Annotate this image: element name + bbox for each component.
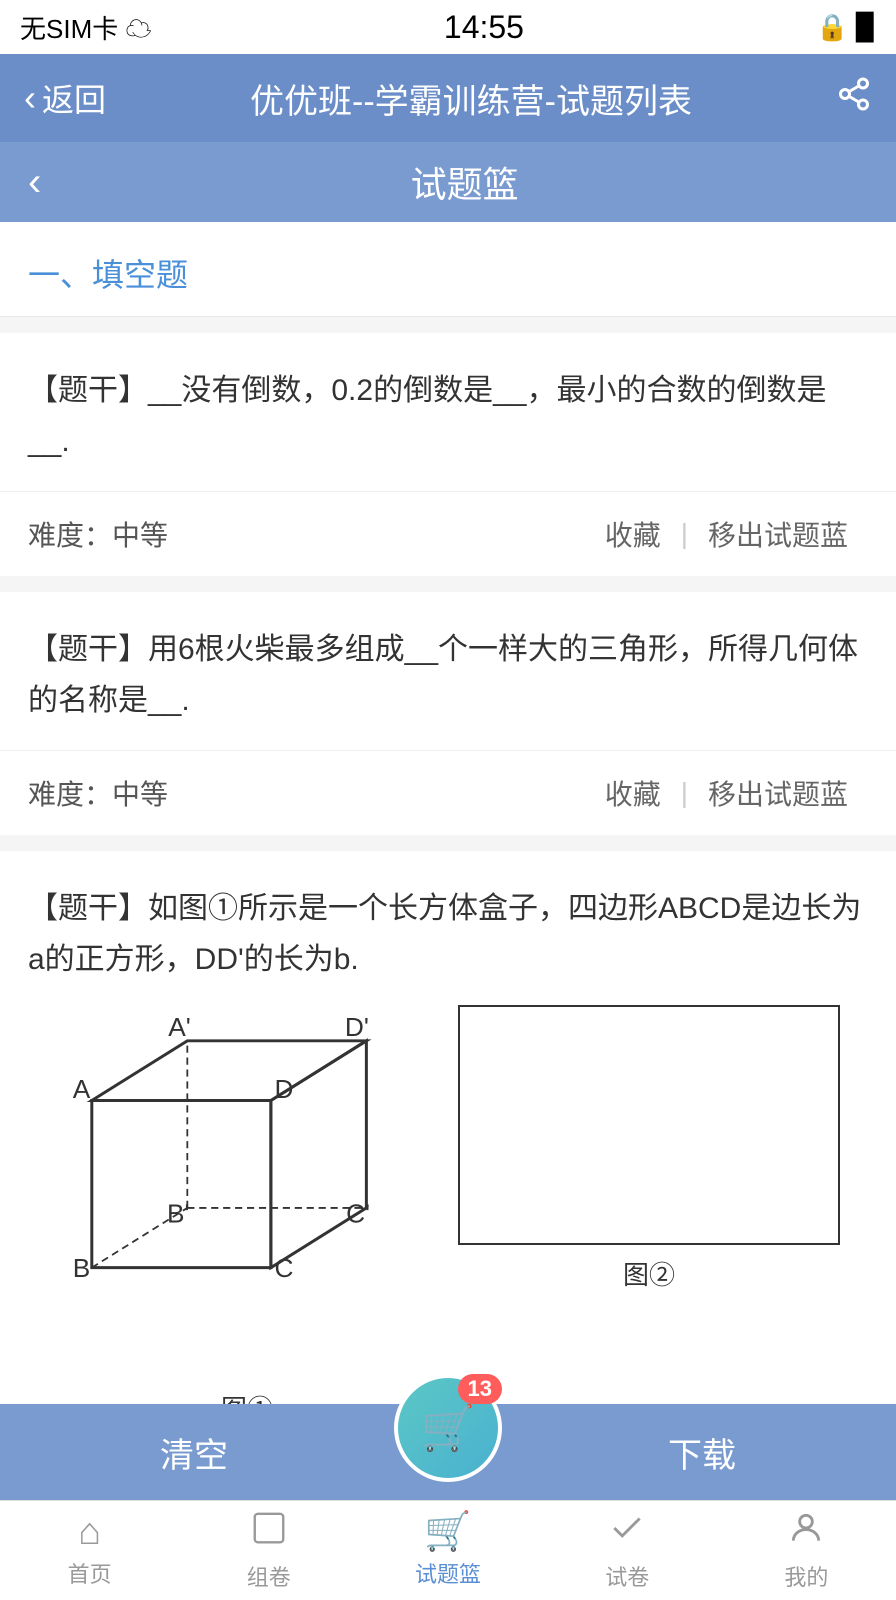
clear-button[interactable]: 清空 (0, 1404, 388, 1500)
cart-badge: 13 (458, 1374, 502, 1404)
back-label: 返回 (42, 75, 106, 121)
status-bar: 无SIM卡 ☁ 14:55 🔒 ▉ (0, 0, 896, 54)
question-2-footer: 难度：中等 收藏 | 移出试题蓝 (0, 751, 896, 835)
figure-2-empty (458, 1005, 840, 1245)
nav-title: 优优班--学霸训练营-试题列表 (106, 74, 836, 123)
section-header: 一、填空题 (0, 222, 896, 317)
status-left: 无SIM卡 ☁ (20, 9, 151, 46)
tab-exam-label: 试卷 (605, 1560, 649, 1592)
download-button[interactable]: 下载 (508, 1404, 896, 1500)
collect-button-2[interactable]: 收藏 (585, 773, 681, 813)
svg-text:C: C (274, 1253, 293, 1283)
tab-basket[interactable]: 🛒 试题篮 (358, 1501, 537, 1600)
remove-button-1[interactable]: 移出试题蓝 (688, 514, 868, 554)
status-time: 14:55 (444, 9, 524, 46)
question-2-difficulty: 难度：中等 (28, 773, 168, 813)
battery-icon: 🔒 ▉ (816, 12, 876, 43)
question-1-difficulty: 难度：中等 (28, 514, 168, 554)
tab-basket-label: 试题篮 (415, 1557, 481, 1589)
svg-text:D': D' (345, 1012, 369, 1042)
figure-2-box: 图② (458, 1005, 840, 1297)
status-right: 🔒 ▉ (816, 12, 876, 43)
svg-text:A: A (73, 1074, 91, 1104)
compose-icon (250, 1509, 288, 1554)
question-card-1: 【题干】__没有倒数，0.2的倒数是__，最小的合数的倒数是__. 难度：中等 … (0, 333, 896, 576)
figures-row: A B C D A' D' B' C' 图① 图② (28, 985, 868, 1441)
sub-header: ‹ 试题篮 (0, 142, 896, 222)
remove-button-2[interactable]: 移出试题蓝 (688, 773, 868, 813)
svg-text:C': C' (346, 1198, 370, 1228)
home-icon: ⌂ (78, 1513, 101, 1551)
question-card-2: 【题干】用6根火柴最多组成__个一样大的三角形，所得几何体的名称是__. 难度：… (0, 592, 896, 835)
question-1-actions: 收藏 | 移出试题蓝 (585, 514, 868, 554)
share-button[interactable] (836, 76, 872, 121)
question-2-stem: 【题干】用6根火柴最多组成__个一样大的三角形，所得几何体的名称是__. (28, 633, 858, 717)
collect-button-1[interactable]: 收藏 (585, 514, 681, 554)
nav-bar: ‹ 返回 优优班--学霸训练营-试题列表 (0, 54, 896, 142)
svg-text:B': B' (167, 1198, 190, 1228)
figure-1-box: A B C D A' D' B' C' 图① (56, 1005, 438, 1431)
question-1-body: 【题干】__没有倒数，0.2的倒数是__，最小的合数的倒数是__. (0, 333, 896, 492)
cart-icon: 🛒 (421, 1402, 476, 1454)
sub-header-title: 试题篮 (61, 156, 868, 208)
tab-bar: ⌂ 首页 组卷 🛒 试题篮 试卷 (0, 1500, 896, 1600)
svg-text:A': A' (168, 1012, 191, 1042)
cart-center: 🛒 13 (388, 1374, 508, 1500)
sim-status: 无SIM卡 ☁ (20, 9, 151, 46)
svg-text:D: D (274, 1074, 293, 1104)
question-2-body: 【题干】用6根火柴最多组成__个一样大的三角形，所得几何体的名称是__. (0, 592, 896, 751)
exam-icon (608, 1509, 646, 1554)
chevron-left-icon: ‹ (24, 77, 36, 119)
tab-exam[interactable]: 试卷 (538, 1501, 717, 1600)
section-title: 一、填空题 (28, 250, 868, 296)
tab-compose[interactable]: 组卷 (179, 1501, 358, 1600)
tab-mine-label: 我的 (784, 1560, 828, 1592)
back-button[interactable]: ‹ 返回 (24, 75, 106, 121)
question-3-stem: 【题干】如图①所示是一个长方体盒子，四边形ABCD是边长为a的正方形，DD'的长… (28, 892, 861, 976)
cube-diagram: A B C D A' D' B' C' (56, 1005, 438, 1363)
cart-bubble[interactable]: 🛒 13 (394, 1374, 502, 1482)
tab-home-label: 首页 (68, 1557, 112, 1589)
question-1-footer: 难度：中等 收藏 | 移出试题蓝 (0, 492, 896, 576)
tab-compose-label: 组卷 (247, 1560, 291, 1592)
basket-icon: 🛒 (424, 1513, 471, 1551)
bottom-bar: 清空 🛒 13 下载 ⌂ 首页 组卷 🛒 试题篮 (0, 1404, 896, 1600)
tab-mine[interactable]: 我的 (717, 1501, 896, 1600)
mine-icon (787, 1509, 825, 1554)
question-2-actions: 收藏 | 移出试题蓝 (585, 773, 868, 813)
content-area: 一、填空题 【题干】__没有倒数，0.2的倒数是__，最小的合数的倒数是__. … (0, 222, 896, 1541)
tab-home[interactable]: ⌂ 首页 (0, 1501, 179, 1600)
sub-back-button[interactable]: ‹ (28, 160, 41, 205)
svg-text:B: B (73, 1253, 91, 1283)
figure-2-label: 图② (458, 1253, 840, 1297)
question-1-stem: 【题干】__没有倒数，0.2的倒数是__，最小的合数的倒数是__. (28, 374, 826, 458)
action-bar: 清空 🛒 13 下载 (0, 1404, 896, 1500)
